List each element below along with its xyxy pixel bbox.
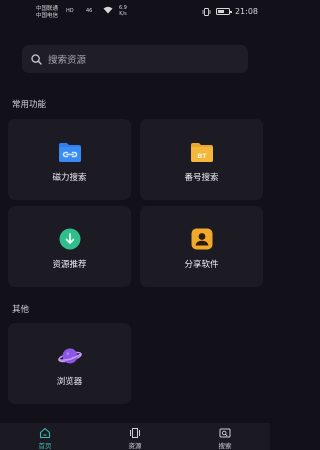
magnet-link-icon (58, 143, 81, 162)
bt-badge-text: BT (197, 152, 207, 160)
carrier-1: 中国联通 (36, 6, 59, 12)
network-speed: 6.9 K/s (119, 5, 127, 17)
speed-unit: K/s (119, 11, 127, 17)
card-browser[interactable]: 浏览器 (8, 323, 131, 404)
bt-folder-icon: BT (190, 143, 213, 162)
card-label-browser: 浏览器 (56, 377, 83, 387)
status-bar: 中国联通 中国电信 HD 46 6.9 K/s 21:08 (0, 0, 270, 26)
wifi-icon (103, 6, 113, 14)
nav-label-home: 首页 (38, 442, 52, 450)
clock: 21:08 (234, 7, 258, 16)
nav-item-resources[interactable]: 资源 (90, 423, 180, 450)
carrier-2: 中国电信 (36, 13, 59, 19)
card-label-resource-recommend: 资源推荐 (52, 260, 87, 270)
search-bar[interactable]: 搜索资源 (22, 45, 248, 73)
nav-item-search[interactable]: 搜索 (180, 423, 270, 450)
download-icon (59, 228, 80, 250)
planet-icon (57, 348, 82, 364)
nav-label-resources: 资源 (128, 442, 142, 450)
card-share-software[interactable]: 分享软件 (140, 206, 263, 287)
search-nav-icon (219, 428, 231, 438)
card-label-share-software: 分享软件 (184, 260, 219, 270)
section-title-common: 常用功能 (12, 100, 47, 110)
card-magnet-search[interactable]: 磁力搜索 (8, 119, 131, 200)
card-label-number-search: 番号搜索 (184, 173, 219, 183)
signal-1-label: HD (66, 8, 74, 14)
card-label-magnet-search: 磁力搜索 (52, 173, 87, 183)
search-placeholder: 搜索资源 (48, 55, 87, 66)
status-right: 21:08 (202, 7, 258, 16)
battery-icon (215, 8, 232, 15)
nav-label-search: 搜索 (218, 442, 232, 450)
vibrate-icon (202, 7, 211, 16)
carrier-info: 中国联通 中国电信 (36, 6, 58, 20)
bottom-nav: 首页 资源 搜索 (0, 423, 270, 450)
nav-item-home[interactable]: 首页 (0, 423, 90, 450)
user-icon (191, 228, 212, 250)
card-number-search[interactable]: BT 番号搜索 (140, 119, 263, 200)
layers-icon (130, 428, 140, 438)
card-resource-recommend[interactable]: 资源推荐 (8, 206, 131, 287)
home-icon (39, 427, 51, 439)
signal-2-label: 46 (86, 8, 93, 14)
search-icon (31, 53, 42, 65)
section-title-other: 其他 (12, 305, 30, 315)
